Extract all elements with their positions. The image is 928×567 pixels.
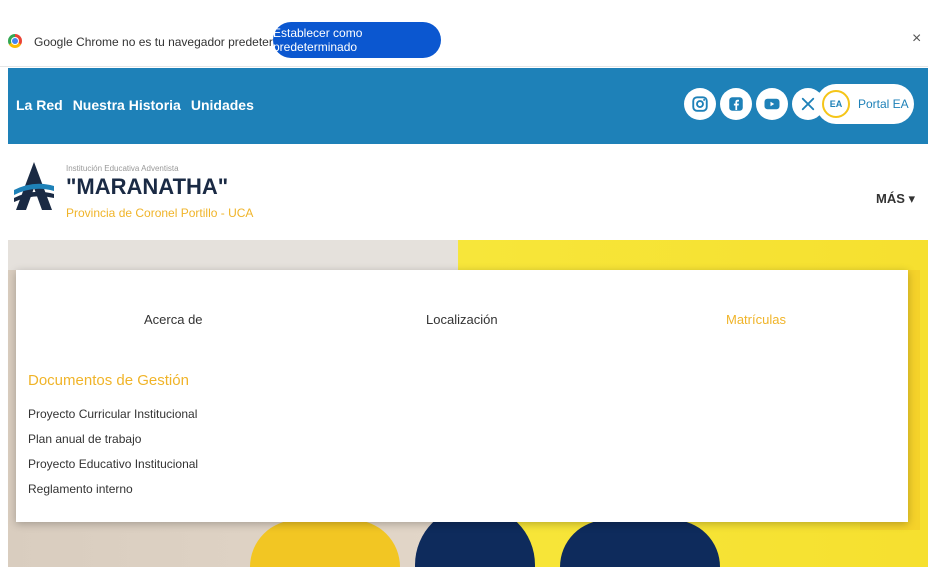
more-menu-button[interactable]: MÁS ▾ xyxy=(876,191,915,207)
mega-menu-panel: Acerca de Localización Matrículas Docume… xyxy=(16,270,908,522)
documents-list: Proyecto Curricular Institucional Plan a… xyxy=(28,402,198,502)
list-item[interactable]: Proyecto Curricular Institucional xyxy=(28,402,198,427)
section-title: Documentos de Gestión xyxy=(28,372,189,389)
hero-decoration xyxy=(560,520,720,567)
nav-link-nuestra-historia[interactable]: Nuestra Historia xyxy=(73,97,181,113)
nav-link-unidades[interactable]: Unidades xyxy=(191,97,254,113)
youtube-icon[interactable] xyxy=(756,88,788,120)
chrome-logo-icon xyxy=(8,34,22,48)
set-default-button[interactable]: Establecer como predeterminado xyxy=(273,22,441,58)
list-item[interactable]: Reglamento interno xyxy=(28,477,198,502)
portal-ea-label: Portal EA xyxy=(858,97,909,111)
nav-link-la-red[interactable]: La Red xyxy=(16,97,63,113)
chrome-infobar: Google Chrome no es tu navegador predete… xyxy=(0,0,928,67)
site-header: Institución Educativa Adventista "MARANA… xyxy=(8,144,928,241)
institution-location: Provincia de Coronel Portillo - UCA xyxy=(66,206,254,220)
list-item[interactable]: Proyecto Educativo Institucional xyxy=(28,452,198,477)
list-item[interactable]: Plan anual de trabajo xyxy=(28,427,198,452)
top-navigation-bar: La Red Nuestra Historia Unidades EA Port… xyxy=(8,68,928,144)
hero-banner-top xyxy=(8,240,458,270)
facebook-icon[interactable] xyxy=(720,88,752,120)
hero-decoration xyxy=(250,520,400,567)
close-icon[interactable]: × xyxy=(912,30,921,48)
institution-type: Institución Educativa Adventista xyxy=(66,164,179,173)
instagram-icon[interactable] xyxy=(684,88,716,120)
tab-acerca-de[interactable]: Acerca de xyxy=(144,312,203,327)
portal-ea-logo-icon: EA xyxy=(822,90,850,118)
portal-ea-button[interactable]: EA Portal EA xyxy=(816,84,914,124)
top-nav-links: La Red Nuestra Historia Unidades xyxy=(16,97,254,113)
tab-matriculas[interactable]: Matrículas xyxy=(726,312,786,327)
tab-localizacion[interactable]: Localización xyxy=(426,312,498,327)
infobar-message: Google Chrome no es tu navegador predete… xyxy=(34,35,313,49)
institution-logo-icon[interactable] xyxy=(12,160,56,212)
institution-name[interactable]: "MARANATHA" xyxy=(66,174,228,200)
